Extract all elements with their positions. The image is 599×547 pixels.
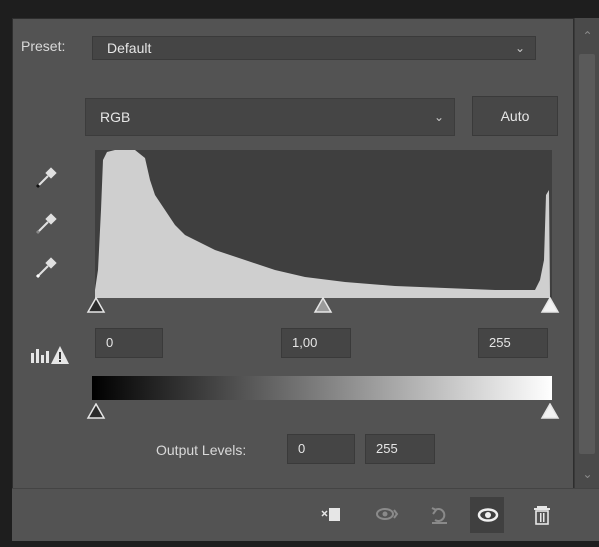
output-levels-label: Output Levels: (156, 442, 247, 458)
view-previous-state-icon[interactable] (368, 497, 402, 533)
toggle-visibility-icon[interactable] (470, 497, 504, 533)
histogram-shape (95, 150, 550, 298)
gamma-slider[interactable] (313, 297, 333, 315)
panel-scrollbar[interactable]: ⌃ ⌄ (574, 18, 599, 488)
scroll-up-icon[interactable]: ⌃ (575, 26, 599, 46)
white-point-slider[interactable] (540, 297, 560, 315)
output-gradient (92, 376, 552, 400)
histogram-warning-icon[interactable] (30, 343, 70, 367)
input-black-field[interactable]: 0 (95, 328, 163, 358)
histogram (95, 150, 552, 298)
preset-value: Default (107, 40, 152, 56)
output-black-field[interactable]: 0 (287, 434, 355, 464)
scroll-down-icon[interactable]: ⌄ (575, 464, 599, 484)
white-point-eyedropper-icon[interactable] (32, 252, 62, 282)
black-point-slider[interactable] (86, 297, 106, 315)
bottom-toolbar (12, 488, 599, 541)
preset-dropdown[interactable]: Default ⌄ (92, 36, 536, 60)
output-white-field[interactable]: 255 (365, 434, 435, 464)
auto-button[interactable]: Auto (472, 96, 558, 136)
channel-dropdown[interactable]: RGB ⌄ (85, 98, 455, 136)
reset-icon[interactable] (422, 497, 456, 533)
clip-to-layer-icon[interactable] (314, 497, 348, 533)
channel-value: RGB (100, 109, 131, 125)
scroll-thumb[interactable] (579, 54, 595, 454)
output-white-slider[interactable] (540, 403, 560, 421)
input-gamma-field[interactable]: 1,00 (281, 328, 351, 358)
black-point-eyedropper-icon[interactable] (32, 162, 62, 192)
chevron-down-icon: ⌄ (514, 41, 525, 55)
delete-icon[interactable] (524, 497, 558, 533)
chevron-down-icon: ⌄ (433, 110, 444, 124)
output-black-slider[interactable] (86, 403, 106, 421)
input-white-field[interactable]: 255 (478, 328, 548, 358)
preset-label: Preset: (21, 38, 66, 54)
gray-point-eyedropper-icon[interactable] (32, 208, 62, 238)
